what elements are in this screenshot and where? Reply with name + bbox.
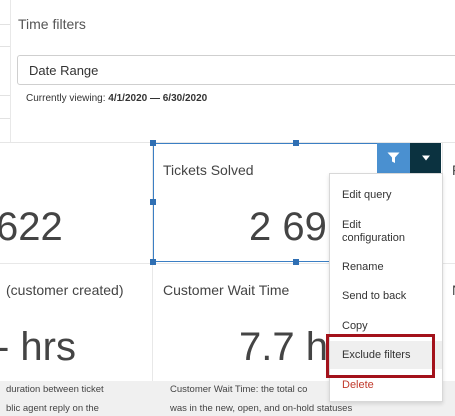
divider: [0, 95, 10, 96]
tile-partial-right[interactable]: F: [442, 143, 455, 262]
divider: [0, 118, 10, 119]
viewing-prefix: Currently viewing:: [26, 93, 106, 104]
caret-down-icon: [421, 155, 430, 161]
time-filters-panel: Time filters Date Range Currently viewin…: [0, 0, 455, 143]
divider: [0, 46, 10, 47]
resize-handle[interactable]: [150, 140, 156, 146]
tile-partial-right[interactable]: N: [442, 263, 455, 382]
description-text: duration between ticket: [6, 384, 104, 395]
tile-value: 7.7 h: [239, 325, 328, 369]
tile-value: 622: [0, 205, 63, 249]
time-filters-title: Time filters: [18, 16, 86, 32]
tile-tickets-created[interactable]: 622: [0, 143, 153, 262]
menu-item-delete[interactable]: Delete: [330, 379, 442, 392]
filter-button[interactable]: [377, 143, 410, 173]
menu-item-edit-query[interactable]: Edit query: [330, 189, 442, 202]
tile-value: - hrs: [0, 325, 76, 369]
tile-first-reply-time[interactable]: (customer created) - hrs: [0, 263, 153, 382]
menu-item-label: configuration: [342, 232, 405, 244]
date-range-select[interactable]: Date Range: [17, 55, 455, 85]
viewing-range: 4/1/2020 — 6/30/2020: [108, 93, 208, 104]
tile-title: Customer Wait Time: [163, 282, 290, 298]
menu-item-edit-configuration[interactable]: Edit configuration: [330, 219, 442, 245]
currently-viewing-text: Currently viewing: 4/1/2020 — 6/30/2020: [26, 93, 207, 104]
description-text: was in the new, open, and on-hold status…: [170, 403, 353, 414]
filter-icon: [387, 152, 400, 163]
tile-menu-button[interactable]: [410, 143, 441, 173]
menu-item-copy[interactable]: Copy: [330, 320, 442, 333]
divider: [0, 24, 10, 25]
resize-handle[interactable]: [293, 140, 299, 146]
menu-item-rename[interactable]: Rename: [330, 261, 442, 274]
resize-handle[interactable]: [150, 259, 156, 265]
tile-title: (customer created): [6, 282, 124, 298]
resize-handle[interactable]: [293, 259, 299, 265]
left-strip: [0, 0, 11, 142]
description-text: blic agent reply on the: [6, 403, 99, 414]
date-range-label: Date Range: [29, 62, 99, 78]
menu-item-send-to-back[interactable]: Send to back: [330, 290, 442, 303]
menu-item-label: Edit: [342, 219, 361, 231]
description-text: Customer Wait Time: the total co: [170, 384, 308, 395]
resize-handle[interactable]: [150, 199, 156, 205]
highlight-annotation-box: [326, 334, 435, 378]
